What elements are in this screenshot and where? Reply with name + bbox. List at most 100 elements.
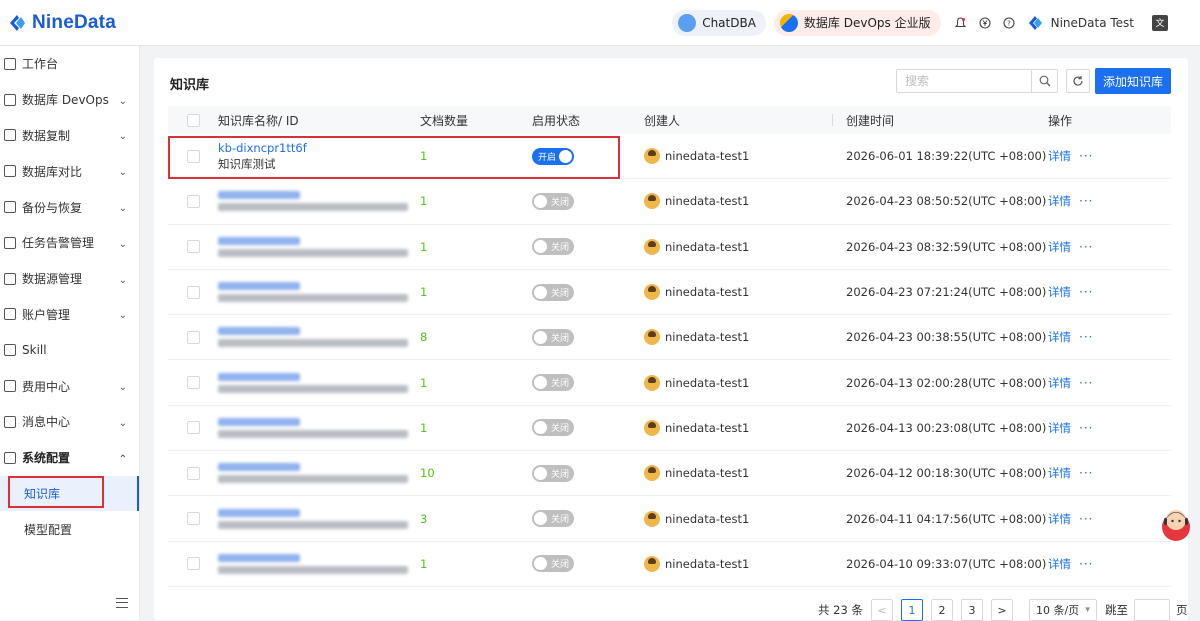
sidebar-item[interactable]: 费用中心 ⌄ — [0, 368, 139, 404]
edition-badge[interactable]: 数据库 DevOps 企业版 — [773, 9, 941, 36]
table-row[interactable]: 10 关闭 ninedata-test1 2026-04-12 00:18:30(UT… — [168, 451, 1171, 497]
page-3-button[interactable]: 3 — [960, 599, 983, 621]
table-row[interactable]: 1 关闭 ninedata-test1 2026-04-13 00:23:08(UTC… — [168, 406, 1171, 452]
sidebar-group-system-config[interactable]: 系统配置 ⌃ — [0, 440, 139, 476]
enable-toggle[interactable]: 关闭 — [532, 555, 574, 573]
search-button[interactable] — [1031, 70, 1057, 92]
details-link[interactable]: 详情 — [1048, 330, 1071, 344]
kb-id-link[interactable]: kb-dixncpr1tt6f — [218, 141, 420, 156]
enable-toggle[interactable]: 关闭 — [532, 510, 574, 528]
refresh-button[interactable] — [1066, 69, 1090, 93]
search-input[interactable] — [897, 70, 1031, 92]
enable-toggle[interactable]: 开启 — [532, 147, 574, 165]
currency-icon[interactable] — [979, 16, 991, 29]
row-checkbox[interactable] — [186, 194, 200, 208]
support-bot-icon[interactable] — [1160, 505, 1192, 543]
user-menu[interactable]: NineData Test — [1027, 14, 1134, 32]
table-row[interactable]: 1 关闭 ninedata-test1 2026-04-23 08:32:59(UTC… — [168, 225, 1171, 270]
devops-icon — [4, 93, 16, 106]
owner-name: ninedata-test1 — [665, 149, 750, 164]
row-checkbox[interactable] — [186, 557, 200, 571]
enable-toggle[interactable]: 关闭 — [532, 464, 574, 482]
details-link[interactable]: 详情 — [1048, 512, 1071, 526]
sidebar-item[interactable]: 数据库 DevOps ⌄ — [0, 82, 139, 118]
column-name[interactable]: 知识库名称/ ID — [218, 112, 420, 129]
column-time[interactable]: 创建时间 — [846, 112, 1048, 129]
enable-toggle[interactable]: 关闭 — [532, 419, 574, 437]
table-row[interactable]: 8 关闭 ninedata-test1 2026-04-23 00:38:55(UTC… — [168, 315, 1171, 361]
sidebar-item[interactable]: 消息中心 ⌄ — [0, 404, 139, 440]
redacted-description — [218, 475, 408, 484]
more-actions-icon[interactable]: ··· — [1079, 330, 1093, 344]
collapse-sidebar-icon[interactable] — [116, 598, 128, 608]
sidebar-item[interactable]: 备份与恢复 ⌄ — [0, 189, 139, 225]
details-link[interactable]: 详情 — [1048, 466, 1071, 480]
details-link[interactable]: 详情 — [1048, 376, 1071, 390]
page-2-button[interactable]: 2 — [930, 599, 953, 621]
details-link[interactable]: 详情 — [1048, 194, 1071, 208]
page-size-select[interactable]: 10 条/页 ▾ — [1028, 599, 1097, 621]
more-actions-icon[interactable]: ··· — [1079, 557, 1093, 571]
details-link[interactable]: 详情 — [1048, 149, 1071, 163]
more-actions-icon[interactable]: ··· — [1079, 466, 1093, 480]
sidebar-item[interactable]: 数据源管理 ⌄ — [0, 261, 139, 297]
translate-icon[interactable]: 文 — [1152, 14, 1168, 31]
row-checkbox[interactable] — [186, 240, 200, 254]
help-icon[interactable]: ? — [1003, 16, 1015, 29]
sidebar-item-label: 费用中心 — [22, 379, 71, 394]
details-link[interactable]: 详情 — [1048, 240, 1071, 254]
details-link[interactable]: 详情 — [1048, 285, 1071, 299]
sidebar-item[interactable]: Skill — [0, 332, 139, 368]
sidebar-item[interactable]: 工作台 — [0, 46, 139, 82]
table-row[interactable]: 1 关闭 ninedata-test1 2026-04-13 02:00:28(UTC… — [168, 360, 1171, 406]
next-page-button[interactable]: > — [990, 599, 1013, 621]
more-actions-icon[interactable]: ··· — [1079, 421, 1093, 435]
chatdba-button[interactable]: ChatDBA — [672, 9, 766, 36]
enable-toggle[interactable]: 关闭 — [532, 192, 574, 210]
row-checkbox[interactable] — [186, 421, 200, 435]
more-actions-icon[interactable]: ··· — [1079, 149, 1093, 163]
table-row[interactable]: kb-dixncpr1tt6f 知识库测试 1 开启 ninedata-test1 202… — [168, 134, 1171, 180]
page-1-button[interactable]: 1 — [900, 599, 923, 621]
more-actions-icon[interactable]: ··· — [1079, 240, 1093, 254]
row-checkbox[interactable] — [186, 466, 200, 480]
sidebar-item[interactable]: 任务告警管理 ⌄ — [0, 225, 139, 261]
table-row[interactable]: 1 关闭 ninedata-test1 2026-04-23 07:21:24(UTC… — [168, 270, 1171, 316]
sidebar-item[interactable]: 账户管理 ⌄ — [0, 297, 139, 333]
more-actions-icon[interactable]: ··· — [1079, 285, 1093, 299]
row-checkbox[interactable] — [186, 149, 200, 163]
redacted-id — [218, 191, 300, 200]
jump-page-input[interactable] — [1133, 599, 1170, 621]
sidebar-subitem[interactable]: 知识库 — [0, 475, 139, 512]
row-checkbox[interactable] — [186, 512, 200, 526]
select-all-checkbox[interactable] — [186, 113, 200, 127]
more-actions-icon[interactable]: ··· — [1079, 512, 1093, 526]
more-actions-icon[interactable]: ··· — [1079, 376, 1093, 390]
brand-logo[interactable]: NineData — [6, 12, 116, 34]
more-actions-icon[interactable]: ··· — [1079, 194, 1093, 208]
toggle-label: 关闭 — [551, 560, 570, 571]
enable-toggle[interactable]: 关闭 — [532, 328, 574, 346]
details-link[interactable]: 详情 — [1048, 421, 1071, 435]
toggle-label: 关闭 — [551, 469, 570, 480]
sidebar-item[interactable]: 数据复制 ⌄ — [0, 118, 139, 154]
knowledge-base-table: 知识库名称/ ID 文档数量 启用状态 创建人 创建时间 操作 kb-dixnc… — [168, 106, 1171, 587]
row-checkbox[interactable] — [186, 330, 200, 344]
prev-page-button[interactable]: < — [870, 599, 893, 621]
enable-toggle[interactable]: 关闭 — [532, 374, 574, 392]
row-checkbox[interactable] — [186, 285, 200, 299]
enable-toggle[interactable]: 关闭 — [532, 238, 574, 256]
sidebar-item[interactable]: 数据库对比 ⌄ — [0, 153, 139, 189]
details-link[interactable]: 详情 — [1048, 557, 1071, 571]
column-docs[interactable]: 文档数量 — [420, 112, 532, 129]
row-checkbox[interactable] — [186, 376, 200, 390]
table-row[interactable]: 3 关闭 ninedata-test1 2026-04-11 04:17:56(UTC… — [168, 496, 1171, 542]
table-row[interactable]: 1 关闭 ninedata-test1 2026-04-10 09:33:07(UTC… — [168, 542, 1171, 587]
column-owner[interactable]: 创建人 — [644, 112, 846, 129]
bell-icon[interactable] — [955, 16, 967, 29]
sidebar-subitem[interactable]: 模型配置 — [0, 511, 139, 547]
add-knowledge-base-button[interactable]: 添加知识库 — [1095, 68, 1171, 94]
table-row[interactable]: 1 关闭 ninedata-test1 2026-04-23 08:50:52(UTC… — [168, 179, 1171, 225]
enable-toggle[interactable]: 关闭 — [532, 283, 574, 301]
column-status[interactable]: 启用状态 — [532, 112, 644, 129]
